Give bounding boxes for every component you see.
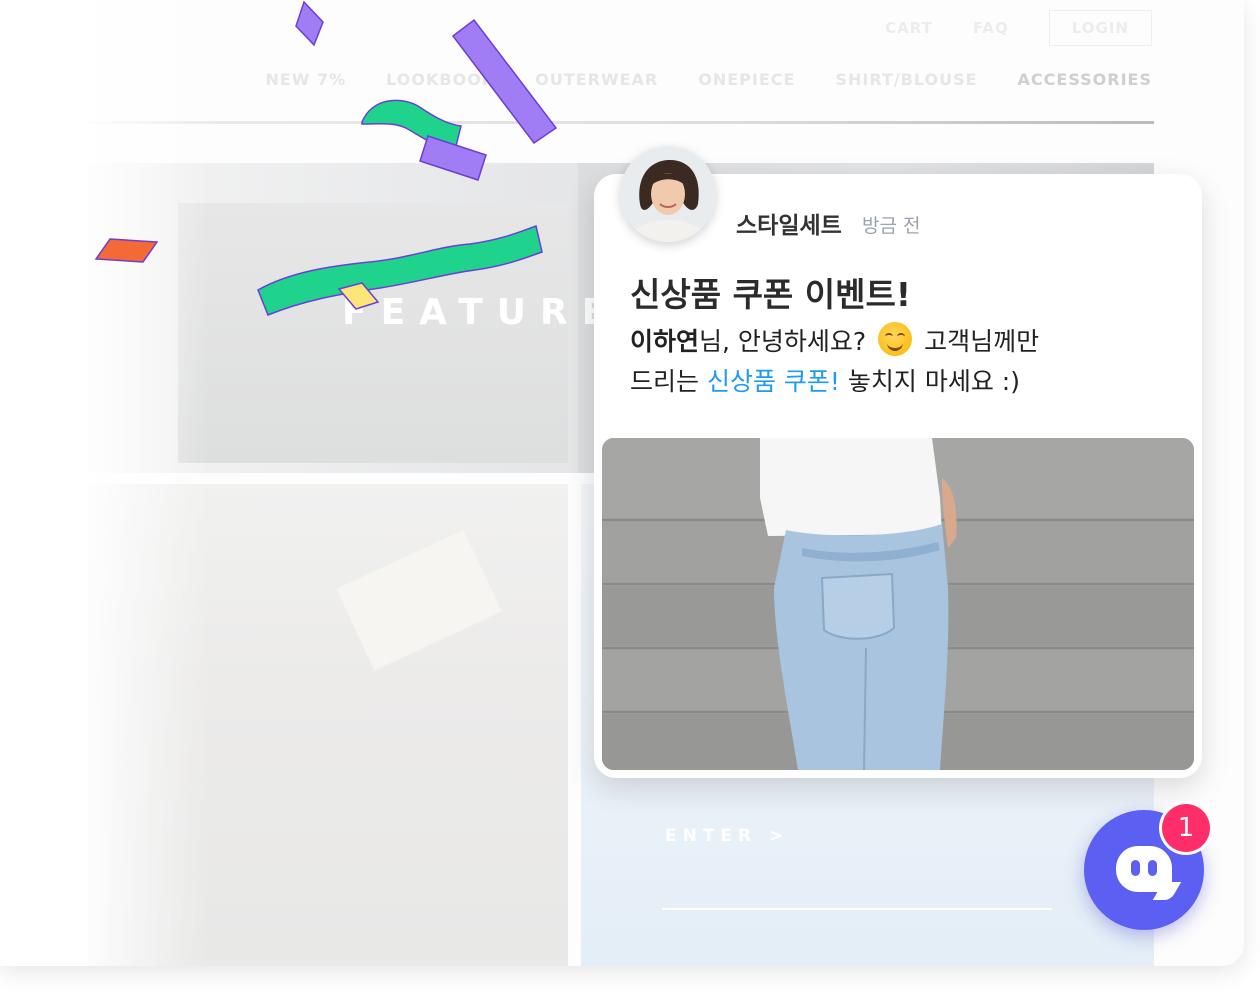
shop-topbar: CART FAQ LOGIN — [885, 10, 1152, 46]
nav-item-shirt-blouse[interactable]: SHIRT/BLOUSE — [835, 70, 977, 89]
unread-badge: 1 — [1162, 804, 1210, 852]
jeans-photo — [602, 438, 1194, 770]
nav-item-lookbook[interactable]: LOOKBOOK — [386, 70, 495, 89]
hero-clothes-image — [178, 203, 568, 463]
message-popup[interactable]: 스타일세트 방금 전 신상품 쿠폰 이벤트! 이하연님, 안녕하세요? 고객님께… — [594, 146, 1202, 778]
tile-card-image — [335, 528, 503, 672]
enter-link[interactable]: ENTER > — [665, 826, 789, 846]
message-time: 방금 전 — [862, 215, 921, 237]
enter-underline — [662, 908, 1052, 910]
exclusive-text: 고객님께만 — [924, 327, 1040, 356]
greeting-text: 님, 안녕하세요? — [699, 327, 867, 356]
chat-icon-eye-left — [1131, 860, 1140, 876]
nav-item-new[interactable]: NEW 7% — [265, 70, 346, 89]
nav-divider — [88, 121, 1154, 124]
line2-suffix: 놓치지 마세요 :) — [847, 367, 1020, 396]
login-button[interactable]: LOGIN — [1048, 10, 1152, 46]
chat-icon-eye-right — [1148, 860, 1157, 876]
nav-item-accessories[interactable]: ACCESSORIES — [1018, 70, 1152, 89]
smile-emoji-icon — [878, 322, 913, 356]
chat-bubble-icon — [1116, 846, 1172, 892]
line2-prefix: 드리는 — [630, 367, 700, 396]
cart-link[interactable]: CART — [885, 19, 933, 37]
popup-message: 이하연님, 안녕하세요? 고객님께만 드리는 신상품 쿠폰! 놓치지 마세요 :… — [630, 322, 1170, 402]
promo-photo[interactable] — [602, 438, 1194, 770]
customer-name: 이하연 — [630, 327, 700, 356]
sender-name: 스타일세트 — [736, 213, 842, 239]
shop-nav: NEW 7% LOOKBOOK OUTERWEAR ONEPIECE SHIRT… — [265, 70, 1152, 89]
sender-avatar — [620, 146, 716, 242]
nav-item-onepiece[interactable]: ONEPIECE — [698, 70, 795, 89]
avatar-photo — [620, 146, 716, 242]
left-fade-overlay — [0, 0, 210, 966]
nav-item-outerwear[interactable]: OUTERWEAR — [535, 70, 658, 89]
coupon-link[interactable]: 신상품 쿠폰! — [707, 367, 840, 396]
faq-link[interactable]: FAQ — [973, 19, 1009, 37]
popup-title: 신상품 쿠폰 이벤트! — [630, 275, 911, 314]
